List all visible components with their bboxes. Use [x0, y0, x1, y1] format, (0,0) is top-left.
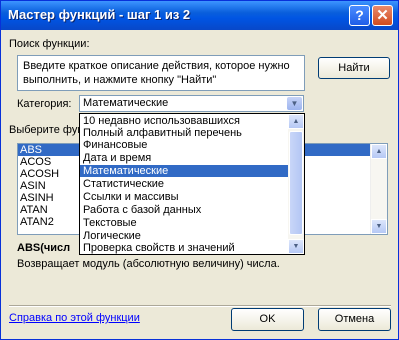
- ok-button-label: OK: [259, 313, 276, 325]
- scroll-down-icon[interactable]: ▼: [288, 239, 304, 254]
- category-option[interactable]: Проверка свойств и значений: [80, 242, 288, 254]
- scroll-up-icon[interactable]: ▲: [288, 114, 304, 129]
- category-option-selected[interactable]: Математические: [80, 165, 288, 177]
- search-label: Поиск функции:: [9, 38, 90, 50]
- chevron-down-icon[interactable]: ▼: [287, 97, 302, 110]
- dropdown-scrollbar[interactable]: ▲ ▼: [288, 114, 304, 254]
- question-icon: ?: [355, 7, 364, 23]
- category-option[interactable]: Логические: [80, 230, 288, 242]
- help-title-button[interactable]: ?: [349, 5, 370, 26]
- ok-button[interactable]: OK: [231, 308, 304, 331]
- separator: [9, 305, 391, 307]
- category-option[interactable]: Финансовые: [80, 139, 288, 151]
- category-option[interactable]: Полный алфавитный перечень: [80, 127, 288, 139]
- title-bar[interactable]: Мастер функций - шаг 1 из 2 ? ✕: [1, 1, 398, 30]
- function-wizard-dialog: Мастер функций - шаг 1 из 2 ? ✕ Поиск фу…: [0, 0, 399, 340]
- category-option[interactable]: Текстовые: [80, 217, 288, 229]
- cancel-button[interactable]: Отмена: [318, 308, 391, 331]
- function-signature: ABS(числ: [17, 242, 71, 254]
- category-dropdown-list[interactable]: 10 недавно использовавшихся Полный алфав…: [79, 113, 305, 255]
- function-description: Возвращает модуль (абсолютную величину) …: [17, 258, 280, 270]
- close-button[interactable]: ✕: [372, 5, 393, 26]
- window-title: Мастер функций - шаг 1 из 2: [8, 7, 191, 22]
- scroll-up-icon[interactable]: ▲: [371, 144, 387, 159]
- category-option[interactable]: 10 недавно использовавшихся: [80, 115, 288, 127]
- cancel-button-label: Отмена: [334, 313, 375, 325]
- function-list-label: Выберите фун: [9, 124, 84, 136]
- find-button[interactable]: Найти: [318, 57, 390, 79]
- category-option[interactable]: Дата и время: [80, 152, 288, 164]
- scroll-down-icon[interactable]: ▼: [371, 219, 387, 234]
- search-input[interactable]: Введите краткое описание действия, котор…: [17, 55, 305, 91]
- close-icon: ✕: [376, 7, 389, 24]
- category-option[interactable]: Работа с базой данных: [80, 204, 288, 216]
- function-list-scrollbar[interactable]: ▲ ▼: [370, 144, 387, 234]
- category-option[interactable]: Ссылки и массивы: [80, 191, 288, 203]
- category-label: Категория:: [17, 98, 72, 110]
- find-button-label: Найти: [338, 62, 370, 74]
- help-link[interactable]: Справка по этой функции: [9, 312, 140, 324]
- category-select[interactable]: Математические ▼: [79, 95, 304, 112]
- scroll-thumb[interactable]: [289, 131, 303, 235]
- category-option[interactable]: Статистические: [80, 178, 288, 190]
- category-selected-value: Математические: [83, 97, 169, 109]
